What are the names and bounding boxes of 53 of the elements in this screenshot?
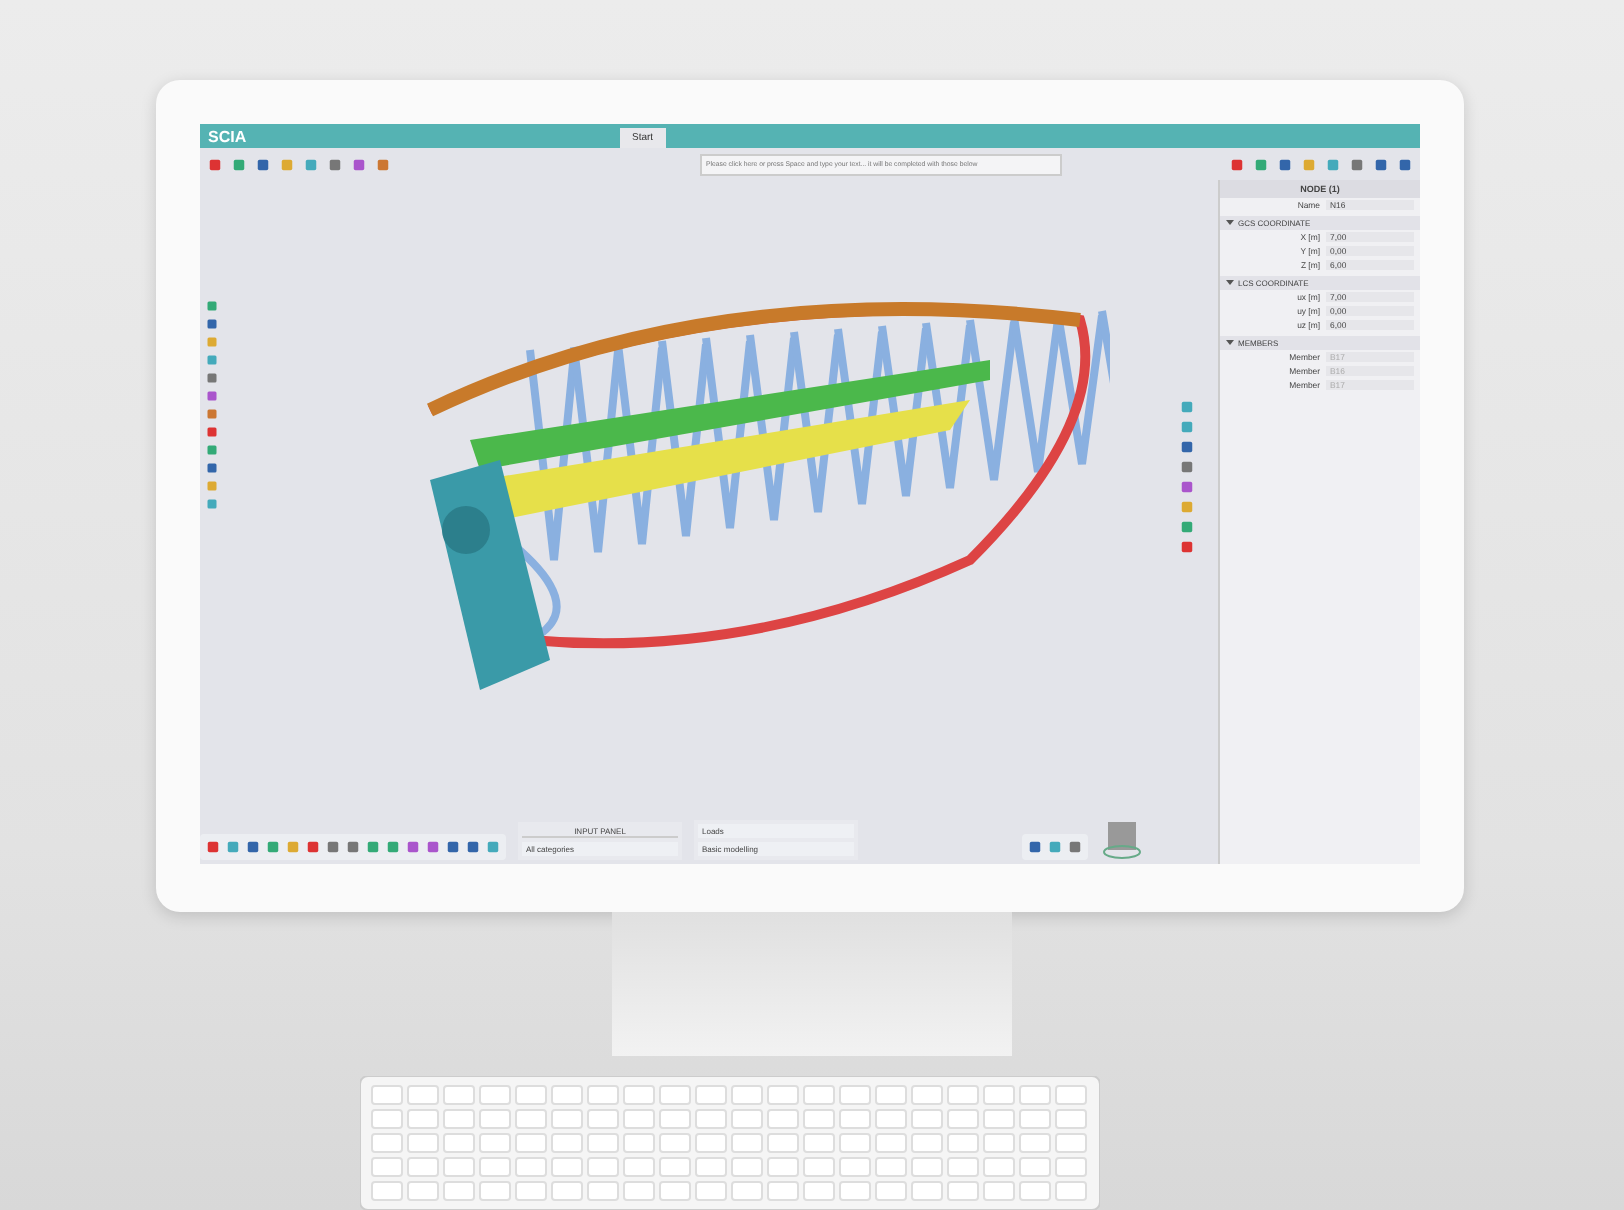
view-cube-icon[interactable]	[1100, 816, 1144, 860]
toolbar-icon[interactable]	[1278, 157, 1292, 171]
toolbar-icon[interactable]	[1398, 157, 1412, 171]
toolbar-icon[interactable]	[366, 840, 380, 854]
caret-icon	[1226, 218, 1234, 226]
toolbar-icon[interactable]	[446, 840, 460, 854]
toolbar-icon[interactable]	[206, 498, 218, 510]
caret-icon	[1226, 278, 1234, 286]
toolbar-icon[interactable]	[206, 426, 218, 438]
toolbar-icon[interactable]	[328, 157, 342, 171]
toolbar-icon[interactable]	[206, 354, 218, 366]
toolbar-icon[interactable]	[1374, 157, 1388, 171]
toolbar-icon[interactable]	[376, 157, 390, 171]
toolbar-icon[interactable]	[1180, 440, 1194, 454]
toolbar-icon[interactable]	[406, 840, 420, 854]
app-logo: SCIA	[208, 127, 247, 145]
toolbar-icon[interactable]	[346, 840, 360, 854]
toolbar-icon[interactable]	[306, 840, 320, 854]
toolbar-icon[interactable]	[1180, 460, 1194, 474]
toolbar-icon[interactable]	[206, 408, 218, 420]
toolbar-icon[interactable]	[1028, 840, 1042, 854]
toolbar-icon[interactable]	[466, 840, 480, 854]
toolbar-icon[interactable]	[246, 840, 260, 854]
toolbar-icon[interactable]	[1048, 840, 1062, 854]
toolbar-icon[interactable]	[206, 318, 218, 330]
toolbar-icon[interactable]	[326, 840, 340, 854]
toolbar-icon[interactable]	[386, 840, 400, 854]
toolbar-icon[interactable]	[1180, 540, 1194, 554]
toolbar-icon[interactable]	[1180, 520, 1194, 534]
toolbar-icon[interactable]	[206, 462, 218, 474]
toolbar-icon[interactable]	[206, 372, 218, 384]
toolbar-icon[interactable]	[256, 157, 270, 171]
toolbar-icon[interactable]	[208, 157, 222, 171]
toolbar-icon[interactable]	[1326, 157, 1340, 171]
toolbar-icon[interactable]	[1350, 157, 1364, 171]
toolbar-icon[interactable]	[1180, 480, 1194, 494]
toolbar-icon[interactable]	[486, 840, 500, 854]
toolbar-icon[interactable]	[206, 444, 218, 456]
toolbar-icon[interactable]	[1068, 840, 1082, 854]
caret-icon	[1226, 338, 1234, 346]
toolbar-icon[interactable]	[1180, 420, 1194, 434]
toolbar-icon[interactable]	[304, 157, 318, 171]
toolbar-icon[interactable]	[426, 840, 440, 854]
toolbar-icon[interactable]	[226, 840, 240, 854]
toolbar-icon[interactable]	[1180, 400, 1194, 414]
toolbar-icon[interactable]	[206, 840, 220, 854]
toolbar-icon[interactable]	[266, 840, 280, 854]
toolbar-icon[interactable]	[206, 300, 218, 312]
toolbar-icon[interactable]	[1254, 157, 1268, 171]
toolbar-icon[interactable]	[1230, 157, 1244, 171]
toolbar-icon[interactable]	[352, 157, 366, 171]
toolbar-icon[interactable]	[206, 390, 218, 402]
toolbar-icon[interactable]	[232, 157, 246, 171]
